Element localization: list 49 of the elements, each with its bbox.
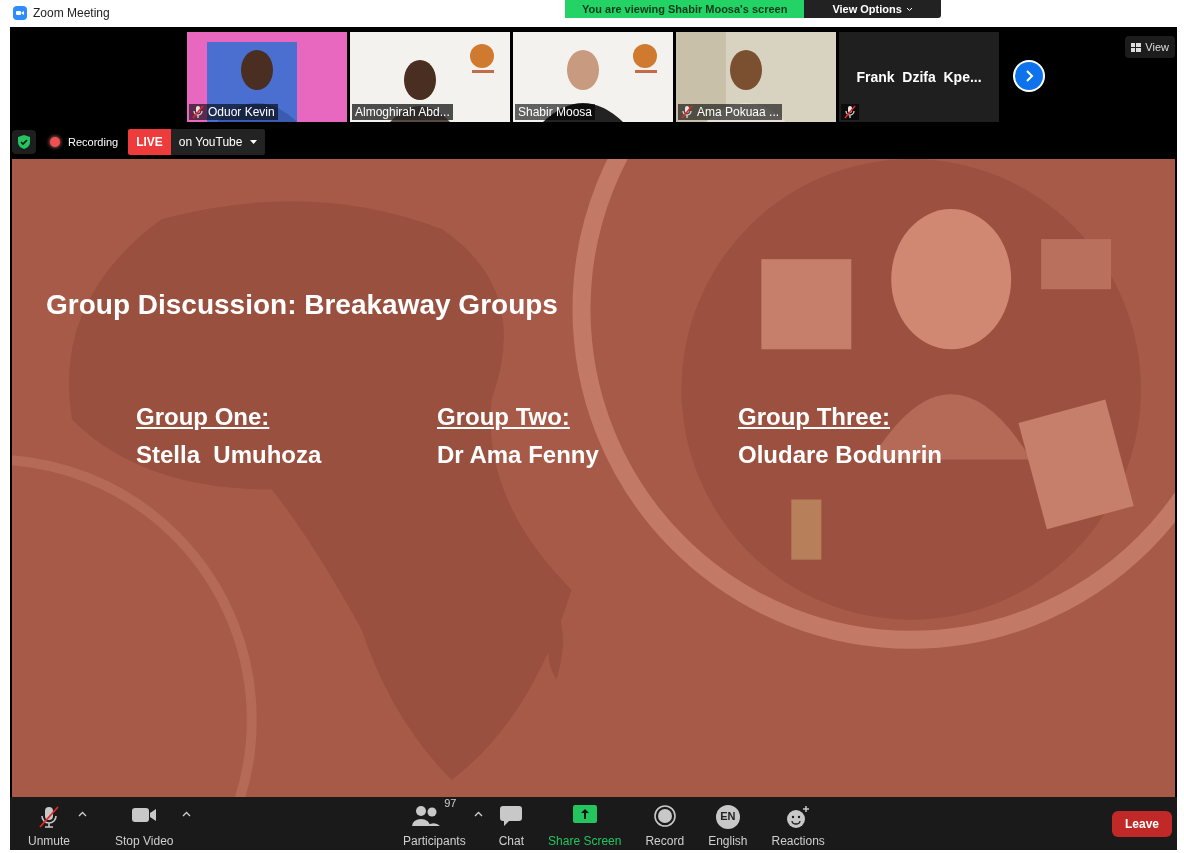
group-leader-name: Dr Ama Fenny <box>437 443 599 467</box>
participant-tile[interactable]: Oduor Kevin <box>187 32 347 122</box>
group-heading: Group Two: <box>437 405 570 429</box>
view-button[interactable]: View <box>1125 36 1175 58</box>
grid-icon <box>1131 42 1142 52</box>
participant-name: Ama Pokuaa ... <box>697 104 780 121</box>
leave-button[interactable]: Leave <box>1112 810 1172 837</box>
participant-tile[interactable]: Frank Dzifa Kpe... <box>839 32 999 122</box>
caret-icon[interactable] <box>181 810 191 817</box>
view-options-button[interactable]: View Options <box>804 0 941 18</box>
chevron-right-icon <box>1024 69 1034 83</box>
reactions-toolbar-button[interactable]: Reactions <box>763 800 833 847</box>
caret-icon[interactable] <box>78 810 88 817</box>
security-badge[interactable] <box>12 130 36 154</box>
participant-name: Shabir Moosa <box>518 104 593 121</box>
share-banner: You are viewing Shabir Moosa's screen <box>565 0 805 18</box>
shield-check-icon <box>17 134 31 150</box>
group-heading: Group One: <box>136 405 270 429</box>
stream-dropdown[interactable]: on YouTube <box>170 129 266 155</box>
live-badge: LIVE <box>128 129 171 155</box>
participant-name: Almoghirah Abd... <box>355 104 450 121</box>
share-toolbar-button[interactable]: Share Screen <box>540 800 630 847</box>
caret-down-icon <box>250 140 258 144</box>
participant-name: Oduor Kevin <box>208 104 275 121</box>
video-toolbar-button[interactable]: Stop Video <box>107 800 182 847</box>
participant-name: Frank Dzifa Kpe... <box>856 67 982 87</box>
record-icon <box>653 804 676 827</box>
mic-toolbar-button[interactable]: Unmute <box>20 800 79 847</box>
share-screen-icon <box>572 804 597 823</box>
chat-toolbar-button[interactable]: Chat <box>490 800 533 847</box>
group-heading: Group Three: <box>738 405 890 429</box>
participant-tile[interactable]: Ama Pokuaa ... <box>676 32 836 122</box>
participant-tile[interactable]: Almoghirah Abd... <box>350 32 510 122</box>
video-camera-icon <box>13 6 27 20</box>
caret-icon[interactable] <box>473 810 483 817</box>
people-icon <box>412 804 441 827</box>
smiley-plus-icon <box>786 804 811 829</box>
group-leader-name: Oludare Bodunrin <box>738 443 942 467</box>
group-leader-name: Stella Umuhoza <box>136 443 322 467</box>
record-toolbar-button[interactable]: Record <box>637 800 693 847</box>
language-badge: EN <box>715 804 740 829</box>
chevron-icon <box>905 6 913 12</box>
recording-label: Recording <box>68 134 119 150</box>
language-toolbar-button[interactable]: EN English <box>700 800 756 847</box>
window-title: Zoom Meeting <box>33 5 110 22</box>
slide-title: Group Discussion: Breakaway Groups <box>46 291 559 319</box>
next-page-button[interactable] <box>1013 60 1045 92</box>
chat-bubble-icon <box>499 804 524 827</box>
participant-tile[interactable]: Shabir Moosa <box>513 32 673 122</box>
